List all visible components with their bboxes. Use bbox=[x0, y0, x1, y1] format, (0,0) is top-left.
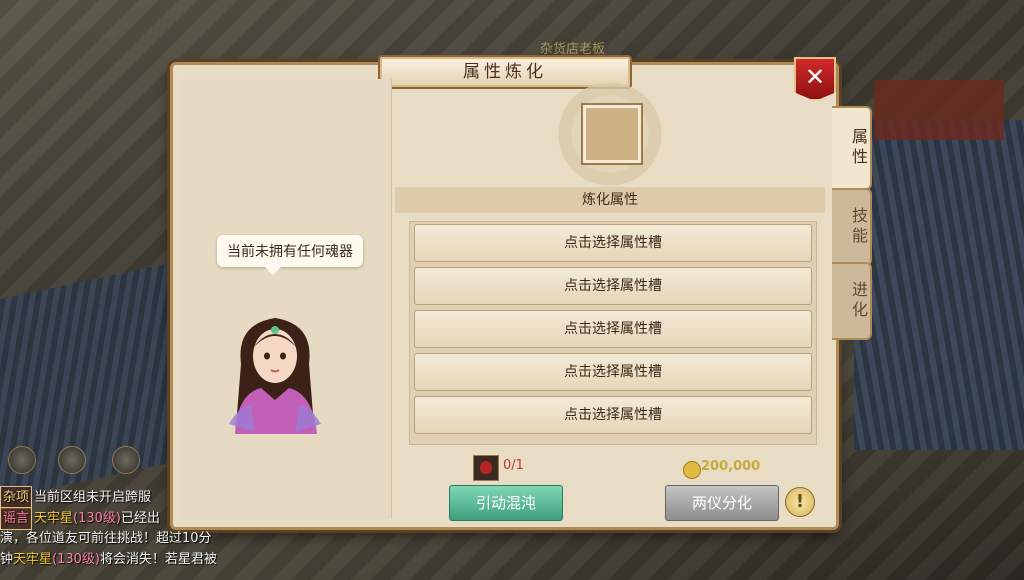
refine-pane: 炼化属性 点击选择属性槽 点击选择属性槽 点击选择属性槽 点击选择属性槽 点击选… bbox=[395, 79, 825, 521]
tab-evolution[interactable]: 进化 bbox=[832, 262, 872, 340]
chat-player-name[interactable]: 天牢星 bbox=[13, 552, 52, 567]
attribute-slot-button[interactable]: 点击选择属性槽 bbox=[414, 267, 812, 305]
chat-player-name[interactable]: 天牢星 bbox=[34, 511, 73, 526]
chat-text: 钟 bbox=[0, 552, 14, 567]
chat-channel-tag: 杂项 bbox=[0, 486, 33, 509]
soul-item-slot[interactable] bbox=[583, 105, 641, 163]
chat-message: 谣言 天牢星(130级)已经出 bbox=[0, 507, 160, 530]
chat-log[interactable]: 杂项 当前区组未开启跨服 谣言 天牢星(130级)已经出 演，各位道友可前往挑战！超… bbox=[0, 486, 260, 580]
chat-message: 演，各位道友可前往挑战！超过10分 bbox=[0, 528, 212, 549]
attribute-slot-button[interactable]: 点击选择属性槽 bbox=[414, 353, 812, 391]
info-icon[interactable]: ! bbox=[785, 487, 815, 517]
chat-text: 当前区组未开启跨服 bbox=[34, 490, 152, 505]
coin-cost: 200,000 bbox=[701, 459, 761, 474]
chat-text: 已经出 bbox=[121, 511, 161, 526]
character-pane: 当前未拥有任何魂器 bbox=[181, 79, 392, 519]
chat-message: 钟天牢星(130级)将会消失！若星君被 bbox=[0, 549, 217, 570]
chat-mini-icons bbox=[0, 442, 150, 478]
attribute-slot-list: 点击选择属性槽 点击选择属性槽 点击选择属性槽 点击选择属性槽 点击选择属性槽 bbox=[409, 221, 817, 445]
attribute-slot-button[interactable]: 点击选择属性槽 bbox=[414, 310, 812, 348]
material-icon[interactable] bbox=[473, 455, 499, 481]
chat-text: 演，各位道友可前往挑战！超过10分 bbox=[0, 531, 212, 546]
attribute-slot-button[interactable]: 点击选择属性槽 bbox=[414, 224, 812, 262]
chat-text: 将会消失！若星君被 bbox=[100, 552, 218, 567]
chat-channel-tag: 谣言 bbox=[0, 507, 33, 530]
attribute-slot-button[interactable]: 点击选择属性槽 bbox=[414, 396, 812, 434]
building-roof-right bbox=[854, 120, 1024, 450]
tab-skills[interactable]: 技能 bbox=[832, 188, 872, 266]
chat-voice-icon[interactable] bbox=[58, 446, 86, 474]
tab-attributes[interactable]: 属性 bbox=[832, 106, 872, 190]
section-header: 炼化属性 bbox=[395, 187, 825, 213]
character-portrait bbox=[229, 318, 321, 434]
chat-player-level: (130级) bbox=[73, 511, 121, 526]
attribute-refine-panel: 属性炼化 ✕ 当前未拥有任何魂器 炼化属性 点击选择属性槽 点击选择属性槽 点击… bbox=[170, 55, 839, 530]
speech-bubble: 当前未拥有任何魂器 bbox=[217, 235, 363, 275]
chat-player-level: (130级) bbox=[52, 552, 100, 567]
chat-channel-icon[interactable] bbox=[8, 446, 36, 474]
building-wall bbox=[874, 80, 1004, 140]
coin-icon bbox=[683, 461, 701, 479]
chat-message: 杂项 当前区组未开启跨服 bbox=[0, 486, 151, 509]
chat-mic-icon[interactable] bbox=[112, 446, 140, 474]
material-count: 0/1 bbox=[503, 458, 524, 473]
chaos-refine-button[interactable]: 引动混沌 bbox=[449, 485, 563, 521]
split-button[interactable]: 两仪分化 bbox=[665, 485, 779, 521]
